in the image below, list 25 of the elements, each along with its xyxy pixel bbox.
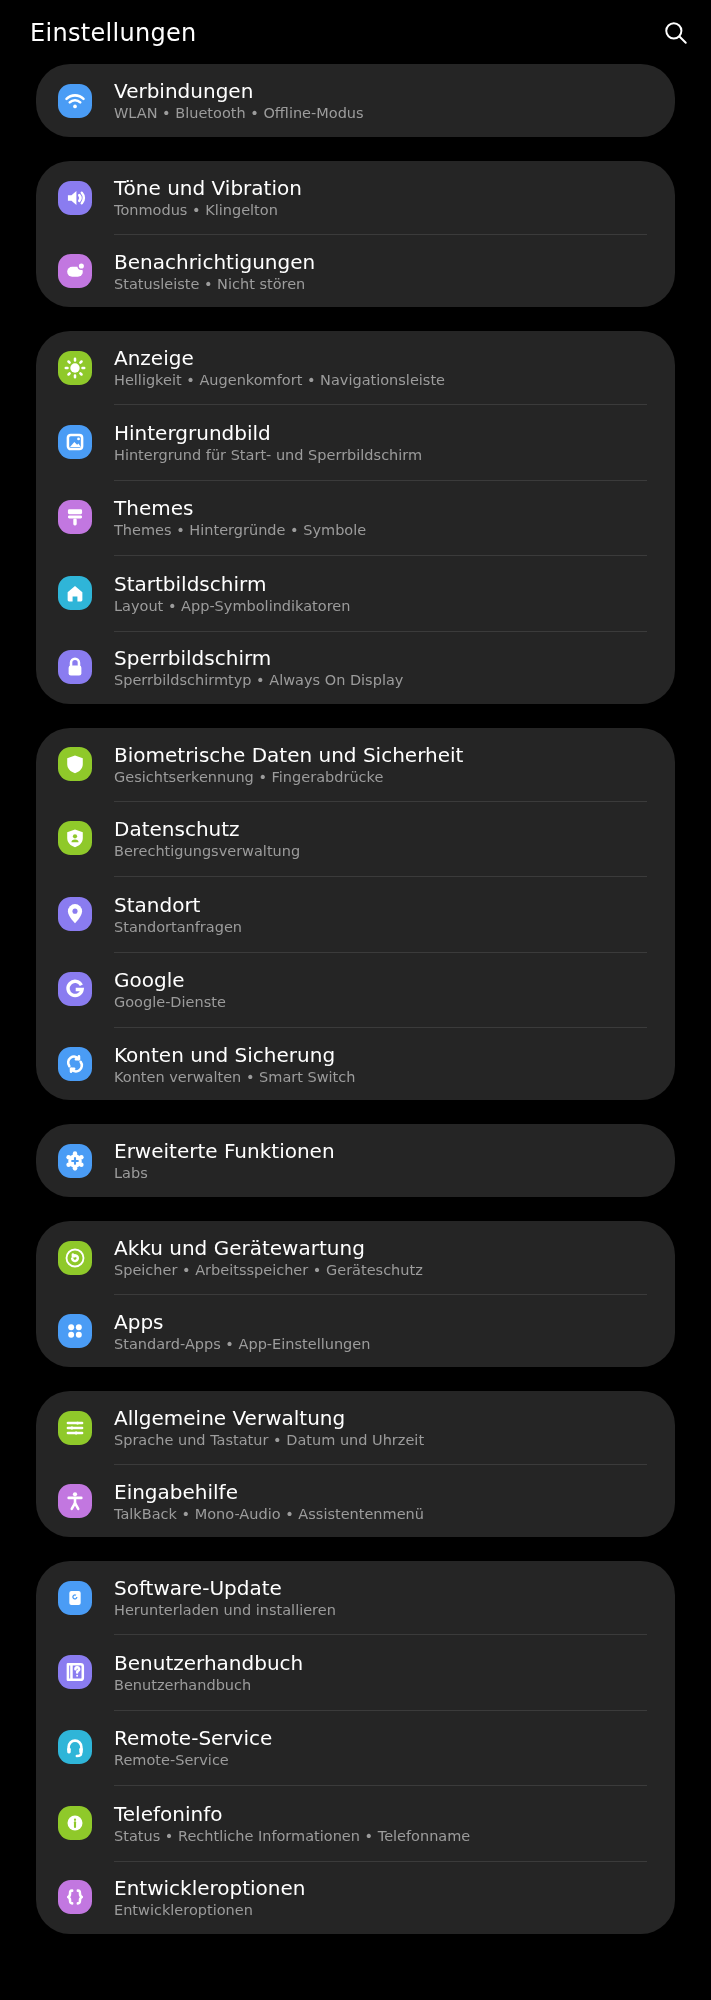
settings-item[interactable]: Töne und Vibration Tonmodus • Klingelton xyxy=(36,161,675,234)
settings-item[interactable]: Verbindungen WLAN • Bluetooth • Offline-Modus xyxy=(36,64,675,137)
settings-item[interactable]: Software-Update Herunterladen und installieren xyxy=(36,1561,675,1634)
settings-item[interactable]: Themes Themes • Hintergründe • Symbole xyxy=(36,479,675,555)
settings-item[interactable]: Hintergrundbild Hintergrund für Start- und Sperrbildschirm xyxy=(36,404,675,480)
settings-item[interactable]: Benutzerhandbuch Benutzerhandbuch xyxy=(36,1634,675,1710)
settings-item[interactable]: Eingabehilfe TalkBack • Mono-Audio • Assistentenmenü xyxy=(36,1464,675,1537)
search-icon[interactable] xyxy=(663,20,689,46)
settings-item[interactable]: Sperrbildschirm Sperrbildschirmtyp • Always On Display xyxy=(36,630,675,704)
settings-item[interactable]: Telefoninfo Status • Rechtliche Informationen • Telefonname xyxy=(36,1785,675,1861)
settings-item[interactable]: Standort Standortanfragen xyxy=(36,876,675,952)
settings-item[interactable]: Allgemeine Verwaltung Sprache und Tastatur • Datum und Uhrzeit xyxy=(36,1391,675,1464)
settings-item[interactable]: Remote-Service Remote-Service xyxy=(36,1709,675,1785)
settings-item[interactable]: Entwickleroptionen Entwickleroptionen xyxy=(36,1860,675,1934)
settings-item[interactable]: Google Google-Dienste xyxy=(36,951,675,1027)
settings-item[interactable]: Biometrische Daten und Sicherheit Gesichtserkennung • Fingerabdrücke xyxy=(36,727,675,801)
settings-item[interactable]: Konten und Sicherung Konten verwalten • Smart Switch xyxy=(36,1027,675,1100)
settings-item[interactable]: Apps Standard-Apps • App-Einstellungen xyxy=(36,1294,675,1367)
settings-item[interactable]: Erweiterte Funktionen Labs xyxy=(36,1124,675,1197)
settings-item[interactable]: Datenschutz Berechtigungsverwaltung xyxy=(36,800,675,876)
settings-item[interactable]: Akku und Gerätewartung Speicher • Arbeitsspeicher • Geräteschutz xyxy=(36,1221,675,1294)
settings-item[interactable]: Anzeige Helligkeit • Augenkomfort • Navigationsleiste xyxy=(36,331,675,404)
settings-item[interactable]: Benachrichtigungen Statusleiste • Nicht stören xyxy=(36,234,675,307)
page-title: Einstellungen xyxy=(30,18,197,49)
settings-item[interactable]: Startbildschirm Layout • App-Symbolindikatoren xyxy=(36,555,675,631)
